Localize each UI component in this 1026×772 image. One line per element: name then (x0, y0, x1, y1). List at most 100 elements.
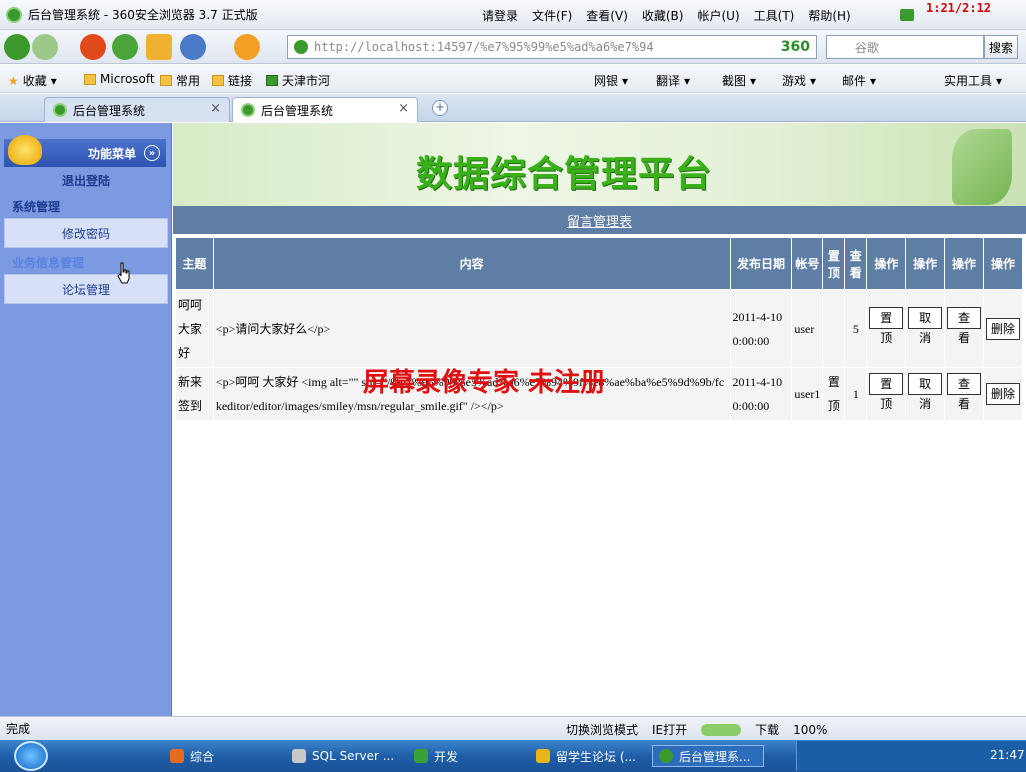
taskbar-item-forum[interactable]: 留学生论坛 (... (536, 745, 636, 767)
new-tab-icon[interactable]: + (432, 100, 448, 116)
page-icon (241, 103, 255, 117)
cell-account: user1 (791, 367, 824, 421)
cancel-button[interactable]: 取消 (908, 372, 943, 411)
th-action: 操作 (944, 237, 984, 290)
app-icon (292, 749, 306, 763)
folder-icon (84, 73, 96, 85)
page-icon (266, 75, 278, 86)
refresh-icon[interactable] (112, 34, 138, 60)
sidebar-item-change-password[interactable]: 修改密码 (4, 218, 168, 248)
tab-1[interactable]: 后台管理系统 × (44, 97, 230, 122)
forward-icon[interactable] (32, 34, 58, 60)
table-caption[interactable]: 留言管理表 (173, 206, 1026, 234)
safety-badge: 360 (780, 39, 810, 55)
delete-button[interactable]: 删除 (986, 383, 1020, 405)
menu-tools[interactable]: 工具(T) (754, 7, 795, 24)
cell-date: 2011-4-10 0:00:00 (729, 289, 793, 368)
paw-icon[interactable] (234, 34, 260, 60)
table-header-row: 主题 内容 发布日期 帐号 置顶 查看 操作 操作 操作 操作 (175, 237, 1023, 290)
fav-screenshot[interactable]: 截图 ▾ (722, 72, 756, 89)
toggle-icon[interactable] (701, 723, 742, 736)
menu-bar: 请登录 文件(F) 查看(V) 收藏(B) 帐户(U) 工具(T) 帮助(H) (482, 7, 851, 24)
watermark: 屏幕录像专家 未注册 (363, 368, 607, 398)
address-bar[interactable]: http://localhost:14597/%e7%95%99%e5%ad%a… (287, 35, 817, 59)
skin-icon[interactable] (900, 9, 914, 21)
collapse-icon[interactable]: » (144, 145, 160, 161)
switch-mode-button[interactable]: 切换浏览模式 (566, 721, 638, 738)
stop-icon[interactable] (80, 34, 106, 60)
sidebar: 功能菜单» 退出登陆 系统管理 修改密码 业务信息管理 论坛管理 (0, 123, 172, 716)
fav-translate[interactable]: 翻译 ▾ (656, 72, 690, 89)
close-tab-icon[interactable]: × (398, 101, 409, 116)
browser-logo-icon (6, 7, 22, 23)
status-bar: 完成 (0, 716, 1026, 740)
taskbar-item-general[interactable]: 综合 (170, 745, 214, 767)
fav-bank[interactable]: 网银 ▾ (594, 72, 628, 89)
ie-open-button[interactable]: IE打开 (652, 721, 687, 738)
th-top: 置顶 (822, 237, 846, 290)
pin-button[interactable]: 置顶 (869, 372, 904, 411)
star-icon: ★ (8, 73, 19, 88)
zoom-level[interactable]: 100% (793, 723, 827, 737)
cell-account: user (791, 289, 824, 368)
banner-title: 数据综合管理平台 (416, 153, 713, 195)
section-system: 系统管理 (12, 200, 61, 214)
main-content: 数据综合管理平台 留言管理表 主题 内容 发布日期 帐号 置顶 查看 操作 操作… (173, 123, 1026, 716)
sidebar-item-forum[interactable]: 论坛管理 (4, 274, 168, 304)
th-action: 操作 (905, 237, 946, 290)
login-link[interactable]: 请登录 (482, 7, 518, 24)
tab-2-active[interactable]: 后台管理系统 × (232, 97, 418, 122)
taskbar-item-admin[interactable]: 后台管理系... (652, 745, 764, 767)
status-text: 完成 (6, 722, 31, 736)
start-button[interactable] (14, 741, 48, 771)
cell-views: 1 (844, 367, 868, 421)
table-row: 呵呵大家好 <p>请问大家好么</p> 2011-4-10 0:00:00 us… (175, 289, 1023, 368)
address-url[interactable]: http://localhost:14597/%e7%95%99%e5%ad%a… (314, 40, 654, 54)
fav-tools[interactable]: 实用工具 ▾ (944, 72, 1002, 89)
favorites-menu[interactable]: ★ 收藏 ▾ (8, 72, 57, 89)
search-button[interactable]: 搜索 (984, 35, 1018, 59)
section-business: 业务信息管理 (12, 256, 85, 270)
delete-button[interactable]: 删除 (986, 317, 1020, 340)
undo-icon[interactable] (180, 34, 206, 60)
cell-content: <p>请问大家好么</p> (212, 289, 731, 368)
home-icon[interactable] (146, 34, 172, 60)
fav-item-common[interactable]: 常用 (160, 72, 200, 89)
menu-logo-icon (8, 135, 42, 165)
menu-favorites[interactable]: 收藏(B) (642, 7, 684, 24)
fav-item-microsoft[interactable]: Microsoft (84, 72, 155, 86)
cell-views: 5 (844, 289, 868, 368)
view-button[interactable]: 查看 (947, 372, 981, 411)
app-icon (659, 749, 673, 763)
cancel-button[interactable]: 取消 (908, 307, 943, 345)
folder-icon (160, 75, 172, 86)
hand-cursor-icon (117, 262, 130, 284)
th-views: 查看 (844, 237, 868, 290)
menu-account[interactable]: 帐户(U) (697, 7, 739, 24)
view-button[interactable]: 查看 (947, 307, 981, 345)
clock: 21:47 (990, 748, 1025, 762)
taskbar-item-sql[interactable]: SQL Server ... (292, 745, 394, 767)
app-icon (170, 749, 184, 763)
cell-subject: 呵呵大家好 (175, 289, 214, 368)
download-button[interactable]: 下载 (755, 721, 779, 738)
th-content: 内容 (212, 237, 731, 290)
search-input[interactable]: 谷歌 (826, 35, 984, 59)
status-tools: 切换浏览模式 IE打开 下载 100% (566, 721, 827, 738)
back-icon[interactable] (4, 34, 30, 60)
menu-help[interactable]: 帮助(H) (808, 7, 850, 24)
app-icon (536, 749, 550, 763)
close-tab-icon[interactable]: × (210, 101, 221, 116)
fav-item-links[interactable]: 链接 (212, 72, 252, 89)
logout-link[interactable]: 退出登陆 (0, 172, 172, 189)
banner-decoration (952, 129, 1012, 205)
fav-mail[interactable]: 邮件 ▾ (842, 72, 876, 89)
th-action: 操作 (866, 237, 907, 290)
fav-games[interactable]: 游戏 ▾ (782, 72, 816, 89)
fav-item-tianjin[interactable]: 天津市河 (266, 72, 330, 89)
th-subject: 主题 (175, 237, 214, 290)
taskbar-item-dev[interactable]: 开发 (414, 745, 458, 767)
pin-button[interactable]: 置顶 (869, 307, 904, 345)
menu-view[interactable]: 查看(V) (586, 7, 628, 24)
menu-file[interactable]: 文件(F) (532, 7, 572, 24)
